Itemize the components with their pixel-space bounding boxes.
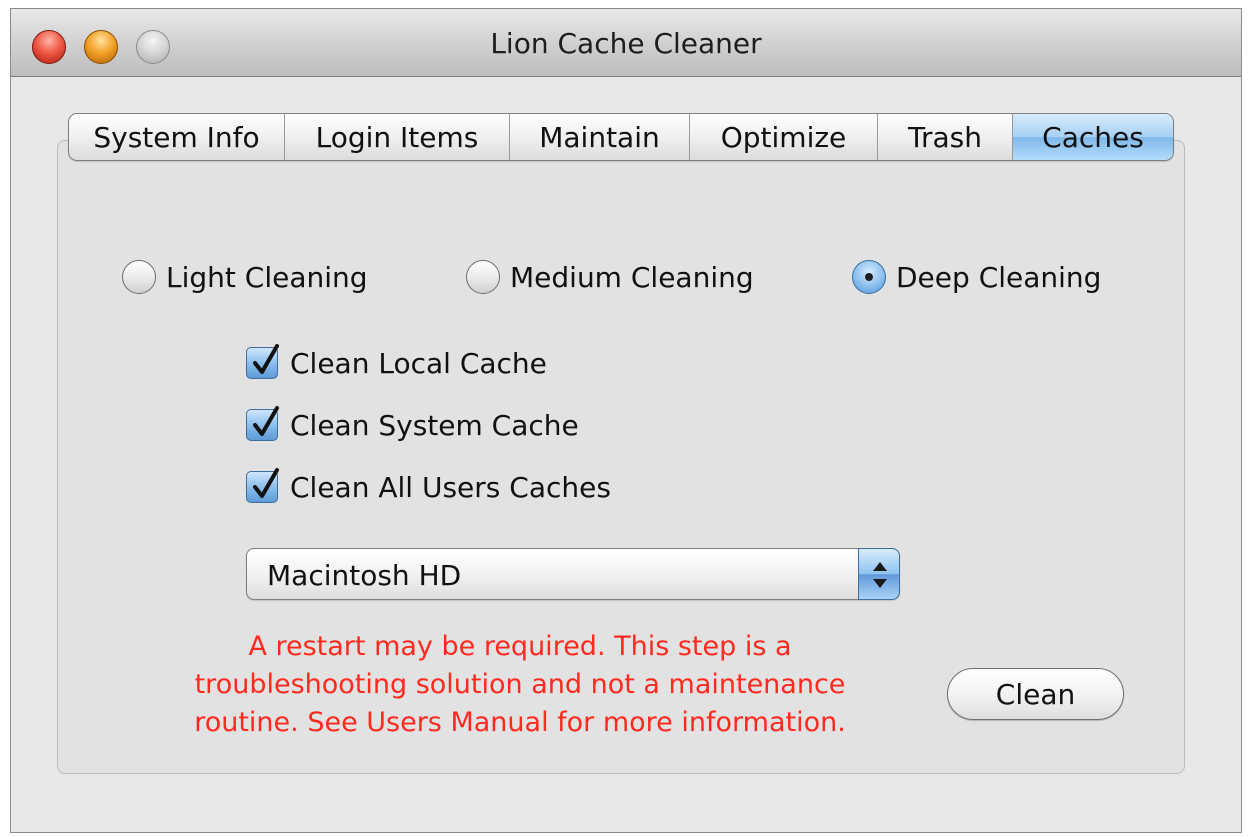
checkbox-label: Clean All Users Caches [290,470,611,504]
checkbox-clean-system-cache[interactable]: Clean System Cache [246,405,579,445]
tab-system-info[interactable]: System Info [69,114,285,160]
checkbox-label: Clean Local Cache [290,346,547,380]
radio-label: Deep Cleaning [896,260,1102,294]
radio-button-selected-icon[interactable] [852,260,886,294]
radio-deep-cleaning[interactable]: Deep Cleaning [852,255,1101,299]
tab-maintain[interactable]: Maintain [510,114,690,160]
warning-line: routine. See Users Manual for more infor… [194,707,846,738]
tab-trash[interactable]: Trash [878,114,1013,160]
radio-button-icon[interactable] [122,260,156,294]
tab-caches[interactable]: Caches [1013,114,1173,160]
volume-select-value: Macintosh HD [267,559,462,592]
warning-line: A restart may be required. This step is … [248,631,792,662]
radio-label: Medium Cleaning [510,260,754,294]
radio-label: Light Cleaning [166,260,368,294]
tab-bar: System Info Login Items Maintain Optimiz… [68,113,1174,161]
radio-button-icon[interactable] [466,260,500,294]
warning-line: troubleshooting solution and not a maint… [194,669,846,700]
restart-warning: A restart may be required. This step is … [150,628,890,742]
radio-medium-cleaning[interactable]: Medium Cleaning [466,255,754,299]
checkbox-clean-all-users-caches[interactable]: Clean All Users Caches [246,467,611,507]
checkmark-icon[interactable] [246,344,279,379]
radio-light-cleaning[interactable]: Light Cleaning [122,255,368,299]
volume-select[interactable]: Macintosh HD [246,548,900,600]
checkbox-label: Clean System Cache [290,408,579,442]
tab-optimize[interactable]: Optimize [690,114,878,160]
clean-button[interactable]: Clean [947,668,1124,720]
window-title: Lion Cache Cleaner [490,27,762,60]
checkmark-icon[interactable] [246,406,279,441]
checkmark-icon[interactable] [246,468,279,503]
tab-login-items[interactable]: Login Items [285,114,510,160]
title-bar: Lion Cache Cleaner [11,9,1241,77]
checkbox-clean-local-cache[interactable]: Clean Local Cache [246,343,547,383]
up-down-arrows-icon[interactable] [858,548,900,600]
